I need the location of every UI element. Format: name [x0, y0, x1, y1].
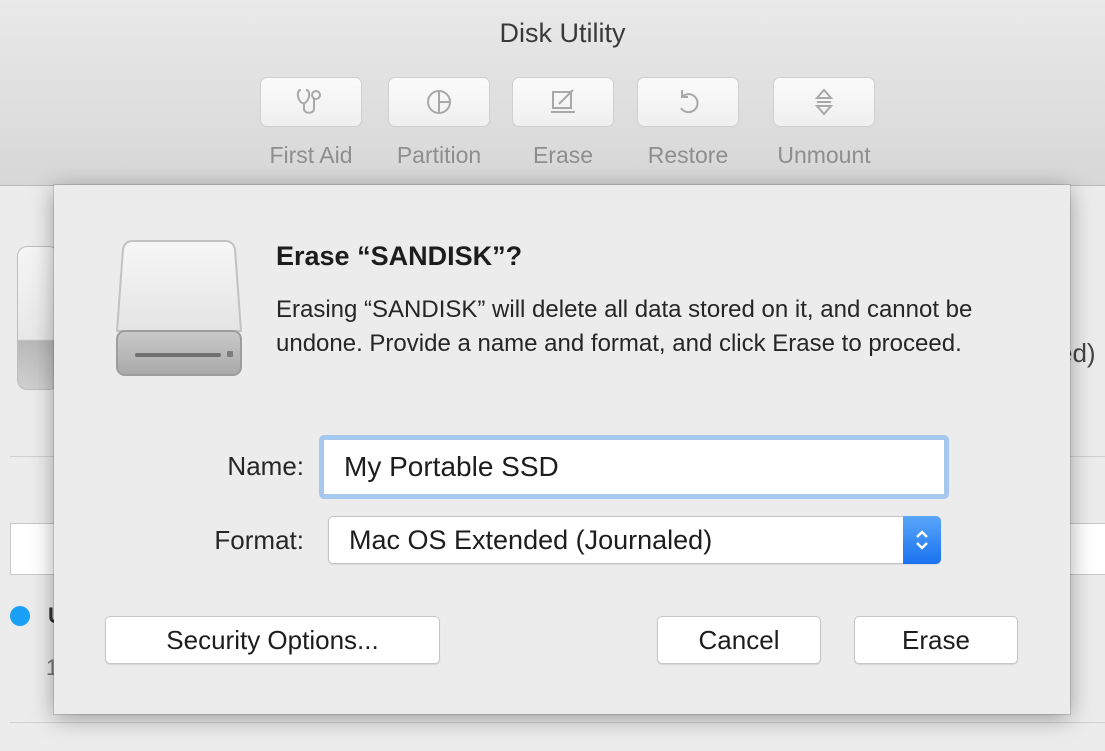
name-field[interactable]: [319, 435, 949, 499]
restore-label: Restore: [647, 142, 729, 168]
erase-button-toolbar[interactable]: Erase: [512, 77, 614, 169]
first-aid-button[interactable]: First Aid: [260, 77, 362, 169]
window-title: Disk Utility: [499, 18, 626, 48]
status-dot: [10, 606, 30, 626]
erase-button-frame[interactable]: [512, 77, 614, 127]
partition-label: Partition: [396, 142, 482, 168]
dialog-message: Erasing “SANDISK” will delete all data s…: [276, 296, 973, 357]
security-options-button[interactable]: Security Options...: [105, 616, 440, 664]
background-divider-bottom: [10, 722, 1105, 723]
unmount-button-frame[interactable]: [773, 77, 875, 127]
disk-utility-window: Disk Utility First Aid Partition Erase R…: [0, 0, 1105, 751]
pie-chart-icon: [427, 90, 451, 114]
erase-button[interactable]: Erase: [854, 616, 1018, 664]
name-label: Name:: [227, 451, 304, 481]
erase-toolbar-label: Erase: [532, 142, 594, 168]
format-selected-value: Mac OS Extended (Journaled): [349, 525, 713, 555]
cancel-button[interactable]: Cancel: [657, 616, 821, 664]
unmount-icon: [814, 88, 834, 116]
external-drive-icon: [115, 240, 243, 376]
unmount-button[interactable]: Unmount: [773, 77, 875, 169]
first-aid-button-frame[interactable]: [260, 77, 362, 127]
first-aid-label: First Aid: [269, 142, 353, 168]
eraser-icon: [551, 89, 575, 113]
updown-chevron-icon[interactable]: [903, 516, 941, 564]
background-disk-icon: [17, 246, 59, 390]
restore-button[interactable]: Restore: [637, 77, 739, 169]
format-select[interactable]: Mac OS Extended (Journaled): [328, 516, 941, 564]
restore-button-frame[interactable]: [637, 77, 739, 127]
format-label: Format:: [214, 525, 304, 555]
restore-icon: [680, 90, 699, 114]
partition-button-frame[interactable]: [388, 77, 490, 127]
dialog-title: Erase “SANDISK”?: [276, 241, 523, 271]
toolbar: Disk Utility First Aid Partition Erase R…: [0, 0, 1105, 186]
partition-button[interactable]: Partition: [388, 77, 490, 169]
stethoscope-icon: [296, 89, 321, 114]
unmount-label: Unmount: [777, 142, 871, 168]
erase-dialog: Erase “SANDISK”? Erasing “SANDISK” will …: [54, 185, 1070, 714]
